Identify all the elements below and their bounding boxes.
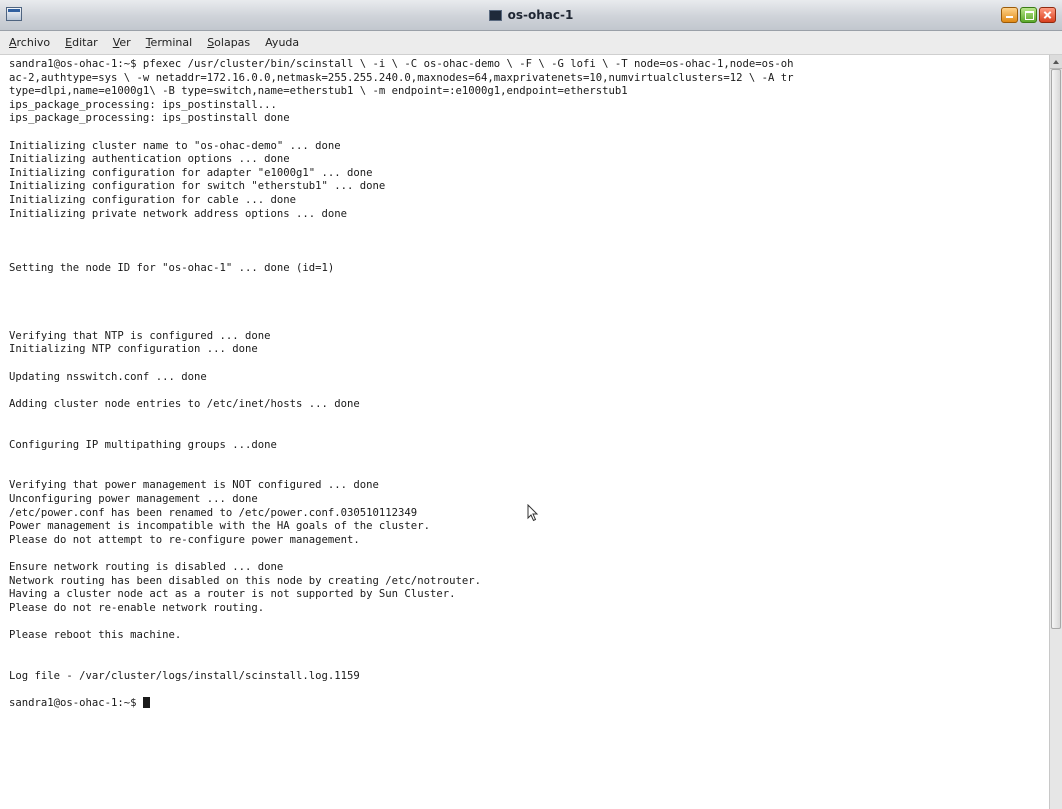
- terminal-line: Verifying that power management is NOT c…: [9, 479, 379, 492]
- text-cursor: [142, 696, 150, 708]
- menu-ver[interactable]: Ver: [113, 36, 131, 49]
- maximize-icon[interactable]: [1020, 7, 1037, 23]
- terminal-line: Please reboot this machine.: [9, 628, 182, 641]
- terminal-line: Updating nsswitch.conf ... done: [9, 370, 207, 383]
- menu-archivo[interactable]: Archivo: [9, 36, 50, 49]
- terminal-line: ac-2,authtype=sys \ -w netaddr=172.16.0.…: [9, 71, 794, 84]
- terminal-line: Initializing cluster name to "os-ohac-de…: [9, 139, 341, 152]
- minimize-icon[interactable]: [1001, 7, 1018, 23]
- terminal-line: Log file - /var/cluster/logs/install/sci…: [9, 669, 360, 682]
- terminal-icon: [488, 9, 502, 21]
- title-container: os-ohac-1: [0, 0, 1062, 30]
- terminal-line: Adding cluster node entries to /etc/inet…: [9, 397, 360, 410]
- menu-terminal-label: erminal: [150, 36, 193, 49]
- window-controls: [999, 7, 1056, 23]
- scroll-up-arrow-icon[interactable]: [1050, 55, 1062, 69]
- terminal-line: Configuring IP multipathing groups ...do…: [9, 438, 277, 451]
- terminal-line: ips_package_processing: ips_postinstall …: [9, 112, 290, 125]
- menu-archivo-mnemonic: A: [9, 36, 17, 49]
- menu-ayuda[interactable]: Ayuda: [265, 36, 299, 49]
- window-title: os-ohac-1: [507, 8, 574, 22]
- terminal-area[interactable]: sandra1@os-ohac-1:~$ pfexec /usr/cluster…: [0, 55, 1049, 809]
- terminal-line: Initializing configuration for adapter "…: [9, 166, 373, 179]
- terminal-line: sandra1@os-ohac-1:~$: [9, 696, 1049, 711]
- title-bar[interactable]: os-ohac-1: [0, 0, 1062, 31]
- terminal-line: Initializing authentication options ... …: [9, 153, 290, 166]
- menu-archivo-label: rchivo: [16, 36, 51, 49]
- terminal-line: Verifying that NTP is configured ... don…: [9, 329, 271, 342]
- terminal-line: type=dlpi,name=e1000g1\ -B type=switch,n…: [9, 85, 628, 98]
- terminal-line: Ensure network routing is disabled ... d…: [9, 560, 284, 573]
- terminal-line: Initializing configuration for cable ...…: [9, 193, 297, 206]
- terminal-line: sandra1@os-ohac-1:~$ pfexec /usr/cluster…: [9, 58, 794, 70]
- terminal-window: os-ohac-1 Archivo Editar Ver Terminal So…: [0, 0, 1062, 809]
- terminal-line: Setting the node ID for "os-ohac-1" ... …: [9, 261, 335, 274]
- terminal-line: Please do not re-enable network routing.: [9, 601, 265, 614]
- mouse-pointer-icon: [527, 504, 539, 522]
- terminal-line: Please do not attempt to re-configure po…: [9, 533, 360, 546]
- terminal-line: Initializing configuration for switch "e…: [9, 180, 386, 193]
- terminal-line: Initializing private network address opt…: [9, 207, 348, 220]
- menu-solapas-label: olapas: [214, 36, 251, 49]
- menu-bar: Archivo Editar Ver Terminal Solapas Ayud…: [0, 31, 1062, 55]
- close-icon[interactable]: [1039, 7, 1056, 23]
- scrollbar-thumb[interactable]: [1051, 69, 1061, 629]
- menu-solapas[interactable]: Solapas: [207, 36, 250, 49]
- terminal-line: ips_package_processing: ips_postinstall.…: [9, 98, 277, 111]
- terminal-line: Initializing NTP configuration ... done: [9, 343, 258, 356]
- terminal-line: Having a cluster node act as a router is…: [9, 588, 456, 601]
- window-menu-icon[interactable]: [6, 7, 22, 21]
- terminal-line: Network routing has been disabled on thi…: [9, 574, 481, 587]
- menu-editar[interactable]: Editar: [65, 36, 98, 49]
- terminal-output: sandra1@os-ohac-1:~$ pfexec /usr/cluster…: [9, 58, 1049, 711]
- vertical-scrollbar[interactable]: [1049, 55, 1062, 809]
- menu-ayuda-label: Ayuda: [265, 36, 300, 49]
- terminal-line: Power management is incompatible with th…: [9, 520, 430, 533]
- menu-terminal[interactable]: Terminal: [146, 36, 193, 49]
- menu-editar-label: ditar: [72, 36, 98, 49]
- menu-ver-label: er: [119, 36, 131, 49]
